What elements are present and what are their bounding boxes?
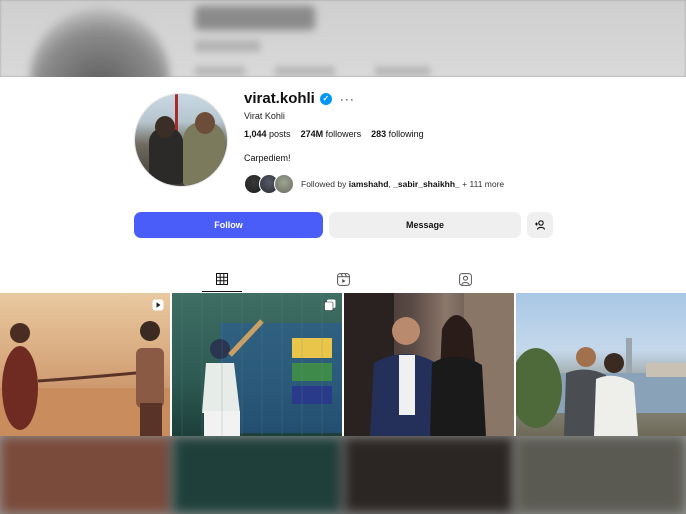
backdrop-stat	[275, 66, 335, 76]
tab-reels[interactable]	[323, 267, 363, 291]
following-stat[interactable]: 283 following	[371, 129, 424, 139]
message-button[interactable]: Message	[329, 212, 521, 238]
posts-label: posts	[269, 129, 291, 139]
post-image	[516, 338, 686, 436]
backdrop-name	[195, 6, 315, 30]
tagged-icon	[458, 272, 472, 286]
backdrop-stat	[375, 66, 430, 76]
reels-icon	[336, 272, 350, 286]
more-options-icon[interactable]: ···	[340, 92, 355, 106]
followed-by-user[interactable]: iamshahd	[349, 179, 389, 189]
backdrop-block	[514, 436, 686, 514]
backdrop-block	[171, 436, 343, 514]
carousel-icon	[324, 298, 336, 316]
followers-stat[interactable]: 274M followers	[301, 129, 362, 139]
followed-by-more: + 111 more	[462, 179, 505, 189]
tab-posts[interactable]	[202, 267, 242, 292]
posts-grid	[0, 293, 686, 436]
followed-by-text: Followed by iamshahd, _sabir_shaikhh_ + …	[301, 179, 504, 189]
avatar-detail	[155, 116, 175, 138]
post-image	[181, 293, 342, 436]
following-label: following	[388, 129, 424, 139]
profile-card: virat.kohli ✓ ··· Virat Kohli 1,044 post…	[0, 77, 686, 436]
profile-username: virat.kohli	[244, 90, 315, 107]
backdrop-bottom	[0, 436, 686, 514]
backdrop-block	[343, 436, 515, 514]
tab-tagged[interactable]	[445, 267, 485, 291]
grid-icon	[216, 273, 228, 285]
suggested-accounts-button[interactable]	[527, 212, 553, 238]
avatar-detail	[195, 112, 215, 134]
followers-count: 274M	[300, 129, 324, 139]
following-count: 283	[371, 129, 387, 139]
post-tile[interactable]	[516, 293, 686, 436]
username-row: virat.kohli ✓ ···	[244, 90, 355, 107]
profile-stats: 1,044 posts 274M followers 283 following	[244, 129, 424, 139]
followed-by-user[interactable]: _sabir_shaikhh_	[393, 179, 460, 189]
add-person-icon	[535, 220, 546, 230]
post-image	[344, 293, 514, 436]
verified-badge-icon: ✓	[319, 92, 332, 105]
backdrop-block	[0, 436, 172, 514]
post-tile[interactable]	[172, 293, 342, 436]
profile-bio: Carpediem!	[244, 153, 291, 163]
followers-label: followers	[325, 129, 362, 139]
reel-icon	[152, 298, 164, 316]
backdrop-sub	[195, 40, 260, 52]
avatar-detail	[175, 94, 178, 134]
follow-button[interactable]: Follow	[134, 212, 323, 238]
followed-by-prefix: Followed by	[301, 179, 347, 189]
posts-stat: 1,044 posts	[244, 129, 291, 139]
profile-avatar[interactable]	[134, 93, 228, 187]
profile-full-name: Virat Kohli	[244, 111, 285, 121]
post-tile[interactable]	[344, 293, 514, 436]
followed-by-separator: ,	[388, 179, 391, 189]
profile-tabs	[0, 267, 686, 293]
followed-by[interactable]: Followed by iamshahd, _sabir_shaikhh_ + …	[244, 174, 504, 194]
backdrop-stat	[195, 66, 245, 76]
post-image	[0, 321, 170, 436]
backdrop-top	[0, 0, 686, 148]
posts-count: 1,044	[244, 129, 267, 139]
post-tile[interactable]	[0, 293, 170, 436]
follower-avatar	[274, 174, 294, 194]
